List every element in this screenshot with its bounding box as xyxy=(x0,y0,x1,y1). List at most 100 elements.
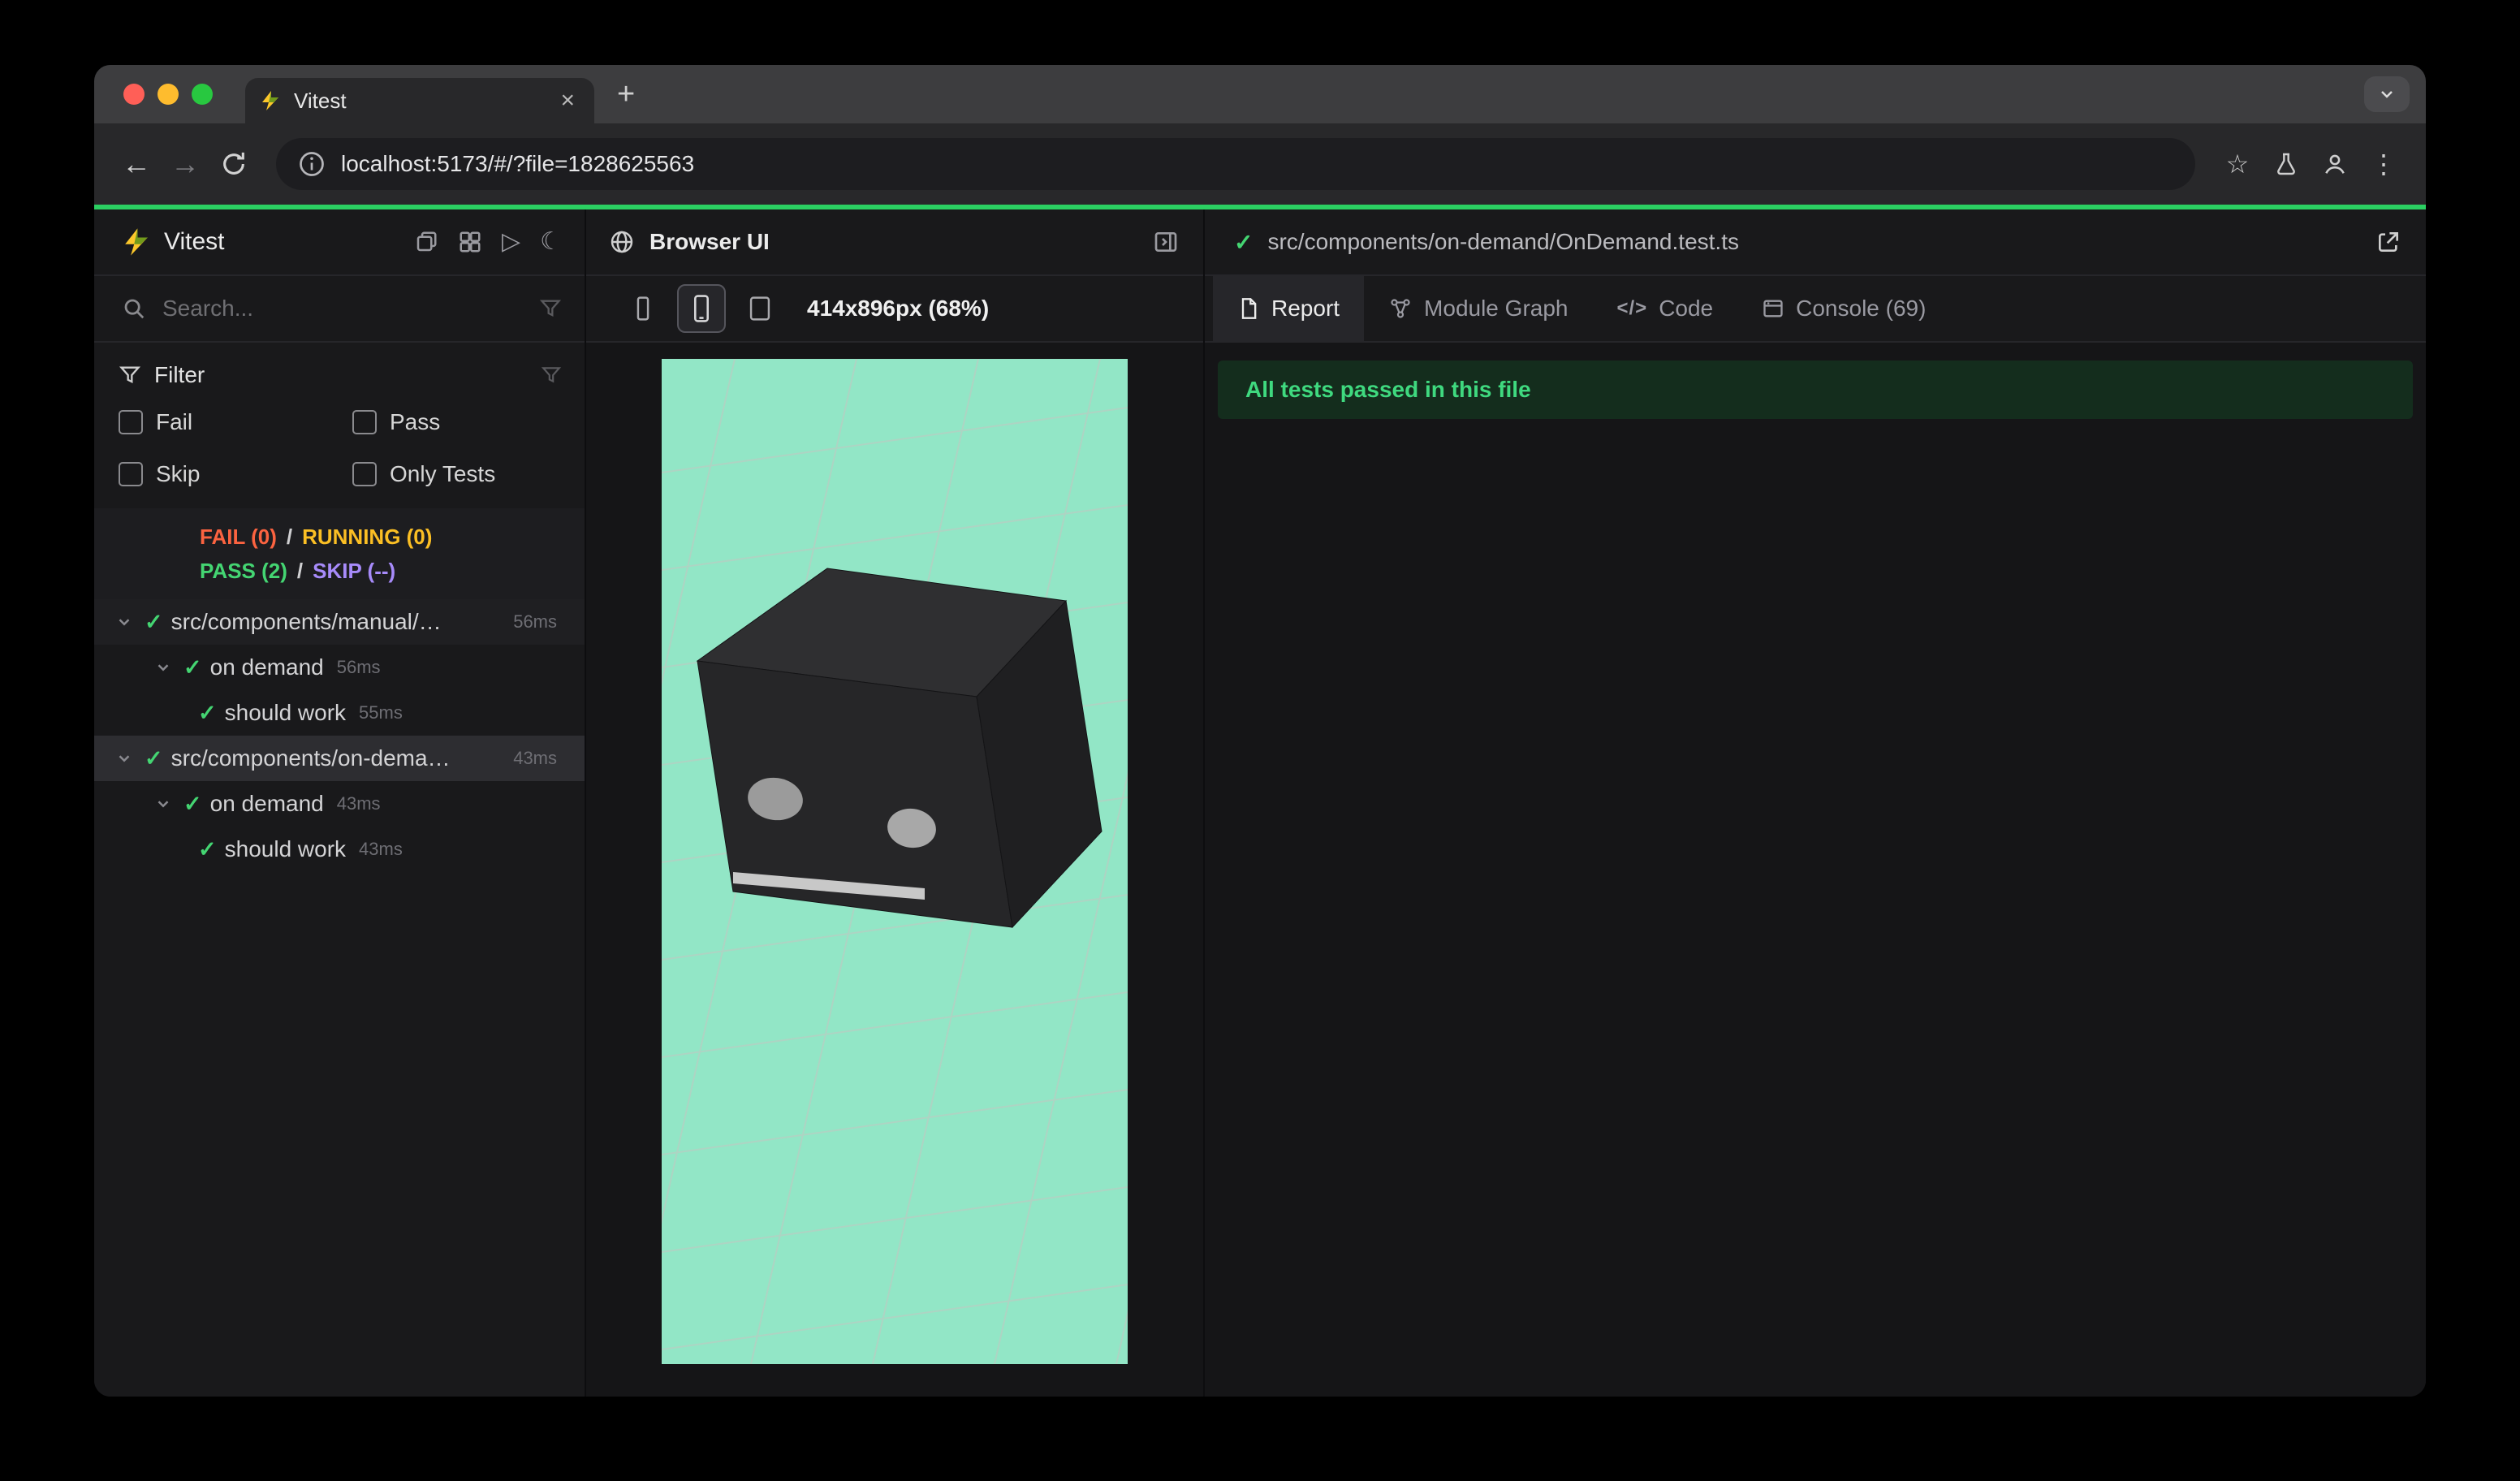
checkbox-icon xyxy=(119,462,143,486)
pass-check-icon: ✓ xyxy=(1234,229,1254,255)
tests-passed-banner: All tests passed in this file xyxy=(1218,361,2413,419)
skip-count: SKIP (--) xyxy=(313,559,396,583)
dashboard-icon[interactable] xyxy=(458,230,482,254)
run-all-tests-icon[interactable]: ▷ xyxy=(502,230,520,254)
profile-button[interactable] xyxy=(2311,140,2359,188)
separator: / xyxy=(286,525,293,549)
experiments-button[interactable] xyxy=(2262,140,2311,188)
panel-title: Browser UI xyxy=(649,229,770,254)
chevron-down-icon xyxy=(2381,91,2393,98)
chevron-down-icon[interactable] xyxy=(151,658,175,676)
tab-console[interactable]: Console (69) xyxy=(1737,276,1950,341)
tab-title: Vitest xyxy=(294,88,347,113)
browser-tab-strip: Vitest × + xyxy=(94,65,2426,123)
tree-suite-row[interactable]: ✓ on demand 56ms xyxy=(94,645,585,690)
viewport-size-label: 414x896px (68%) xyxy=(807,296,990,321)
code-icon: </> xyxy=(1616,297,1648,319)
tested-app-viewport[interactable] xyxy=(586,358,1203,1365)
tree-suite-row[interactable]: ✓ on demand 43ms xyxy=(94,781,585,827)
test-label: should work xyxy=(224,700,347,725)
pass-check-icon: ✓ xyxy=(145,745,163,771)
device-toolbar: 414x896px (68%) xyxy=(586,276,1203,343)
chevron-down-icon[interactable] xyxy=(112,749,136,767)
clear-filter-icon[interactable] xyxy=(539,297,562,320)
duration: 56ms xyxy=(336,657,381,677)
tree-test-row[interactable]: ✓ should work 55ms xyxy=(94,690,585,736)
filter-header: Filter xyxy=(94,362,585,388)
tab-label: Console (69) xyxy=(1796,296,1927,321)
filter-reset-icon[interactable] xyxy=(541,365,562,386)
tab-code[interactable]: </> Code xyxy=(1592,276,1737,341)
open-panel-button[interactable] xyxy=(1153,229,1179,255)
browser-ui-panel: Browser UI 414x896px (68%) xyxy=(586,209,1205,1397)
vitest-logo-icon xyxy=(125,228,148,256)
filter-checkbox-fail[interactable]: Fail xyxy=(119,409,352,435)
device-tablet-button[interactable] xyxy=(737,286,783,331)
suite-label: on demand xyxy=(209,791,324,816)
site-info-icon[interactable] xyxy=(297,149,326,179)
tree-file-row[interactable]: ✓ src/components/manual/… 56ms xyxy=(94,599,585,645)
tab-search-button[interactable] xyxy=(2364,76,2410,112)
duration: 56ms xyxy=(513,611,557,632)
report-doc-icon xyxy=(1241,298,1257,319)
browser-tab[interactable]: Vitest × xyxy=(245,78,594,123)
pass-check-icon: ✓ xyxy=(198,836,217,861)
new-tab-button[interactable]: + xyxy=(617,79,635,110)
open-external-icon[interactable] xyxy=(2375,229,2401,255)
tree-test-row[interactable]: ✓ should work 43ms xyxy=(94,827,585,872)
reload-button[interactable] xyxy=(209,140,258,188)
browser-window: Vitest × + ← → localhost:5173/#/?file=18… xyxy=(94,65,2426,1397)
filter-checkbox-skip[interactable]: Skip xyxy=(119,461,352,487)
filter-section: Filter Fail Pass Skip Only Tests xyxy=(94,343,585,508)
pass-check-icon: ✓ xyxy=(198,700,217,725)
tab-report[interactable]: Report xyxy=(1213,276,1365,341)
test-tree: ✓ src/components/manual/… 56ms ✓ on dema… xyxy=(94,599,585,1397)
device-mobile-button[interactable] xyxy=(677,284,726,333)
app-title: Vitest xyxy=(164,228,225,255)
filter-checkbox-only-tests[interactable]: Only Tests xyxy=(352,461,585,487)
reload-icon xyxy=(223,152,244,175)
file-label: src/components/manual/… xyxy=(170,609,442,634)
report-content: All tests passed in this file xyxy=(1205,343,2426,1397)
bookmark-button[interactable]: ☆ xyxy=(2213,140,2262,188)
report-panel: ✓ src/components/on-demand/OnDemand.test… xyxy=(1205,209,2426,1397)
checkbox-icon xyxy=(119,410,143,434)
zoom-window-button[interactable] xyxy=(192,84,213,105)
duration: 43ms xyxy=(336,793,381,814)
search-input[interactable] xyxy=(161,295,524,322)
chevron-down-icon[interactable] xyxy=(151,795,175,813)
chevron-down-icon[interactable] xyxy=(112,613,136,631)
tab-module-graph[interactable]: Module Graph xyxy=(1364,276,1592,341)
tree-file-row-selected[interactable]: ✓ src/components/on-dema… 43ms xyxy=(94,736,585,781)
duration: 55ms xyxy=(359,702,403,723)
report-tab-bar: Report Module Graph </> Code Console (69… xyxy=(1205,276,2426,343)
back-button[interactable]: ← xyxy=(112,140,161,188)
phone-icon xyxy=(694,295,709,322)
theme-toggle-icon[interactable]: ☾ xyxy=(540,230,562,254)
explorer-header: Vitest ▷ ☾ xyxy=(94,209,585,276)
tab-label: Code xyxy=(1659,296,1714,321)
browser-ui-header: Browser UI xyxy=(586,209,1203,276)
test-file-path: src/components/on-demand/OnDemand.test.t… xyxy=(1267,229,1739,254)
globe-icon xyxy=(611,231,633,253)
duration: 43ms xyxy=(359,839,403,859)
address-bar[interactable]: localhost:5173/#/?file=1828625563 xyxy=(276,138,2195,190)
browser-menu-button[interactable]: ⋮ xyxy=(2359,140,2408,188)
console-icon xyxy=(1763,300,1783,317)
separator: / xyxy=(296,559,304,583)
forward-button[interactable]: → xyxy=(161,140,209,188)
vitest-brand: Vitest xyxy=(122,227,225,257)
minimize-window-button[interactable] xyxy=(158,84,179,105)
filter-checkbox-pass[interactable]: Pass xyxy=(352,409,585,435)
funnel-icon xyxy=(119,366,141,384)
browser-toolbar: ← → localhost:5173/#/?file=1828625563 ☆ … xyxy=(94,123,2426,205)
collapse-panels-icon[interactable] xyxy=(414,230,438,254)
tab-close-icon[interactable]: × xyxy=(555,89,580,113)
explorer-toolbar: ▷ ☾ xyxy=(414,230,562,254)
browser-preview-area xyxy=(586,343,1203,1397)
test-explorer-panel: Vitest ▷ ☾ Search... Filter Fail Pass Sk… xyxy=(94,209,586,1397)
checkbox-label: Only Tests xyxy=(390,461,496,486)
device-mobile-small-button[interactable] xyxy=(620,286,666,331)
close-window-button[interactable] xyxy=(123,84,145,105)
checkbox-label: Skip xyxy=(156,461,201,486)
